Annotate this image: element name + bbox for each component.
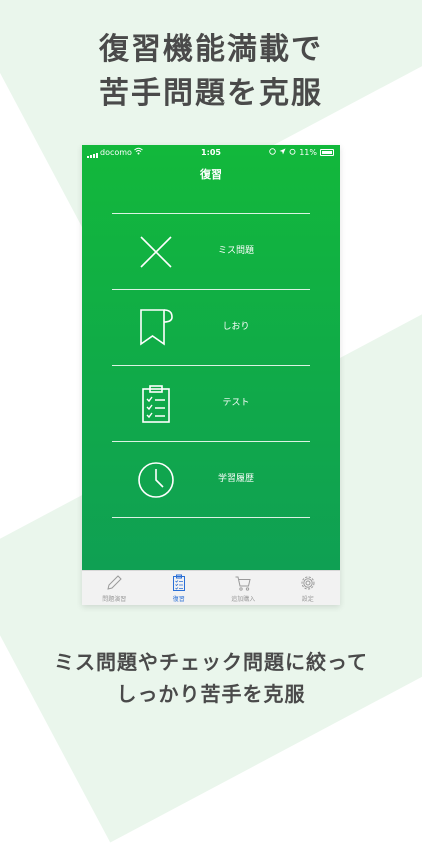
tab-review[interactable]: 復習 — [147, 571, 212, 605]
menu-item-label: 学習履歴 — [217, 474, 254, 484]
menu-divider — [112, 517, 310, 518]
tab-practice[interactable]: 問題演習 — [82, 571, 147, 605]
headline-line-1: 復習機能満載で — [99, 32, 323, 67]
headline-line-2: 苦手問題を克服 — [99, 76, 323, 111]
clipboard-icon — [170, 574, 188, 592]
menu-item-label: テスト — [222, 398, 250, 408]
promo-footline: ミス問題やチェック問題に絞って しっかり苦手を克服 — [0, 646, 422, 710]
location-icon — [279, 148, 286, 157]
footline-line-2: しっかり苦手を克服 — [116, 682, 306, 706]
menu-item-label: ミス問題 — [217, 246, 254, 256]
tab-label: 問題演習 — [102, 596, 127, 603]
promo-headline: 復習機能満載で 苦手問題を克服 — [0, 28, 422, 116]
pencil-icon — [105, 574, 123, 592]
menu-item-label: しおり — [222, 322, 250, 332]
gear-icon — [299, 574, 317, 592]
nav-title: 復習 — [200, 168, 222, 181]
tab-bar: 問題演習 復習 追加購入 設定 — [82, 570, 340, 605]
tab-label: 設定 — [301, 596, 314, 603]
tab-label: 復習 — [172, 596, 185, 603]
battery-percent: 11% — [299, 148, 317, 157]
menu-item-mistakes[interactable]: ミス問題 — [112, 214, 310, 289]
cart-icon — [234, 574, 252, 592]
phone-screen: docomo 1:05 11% 復習 ミス問題 しおり テスト 学習履歴 問題演… — [82, 145, 340, 605]
alarm-icon — [289, 148, 296, 157]
status-bar: docomo 1:05 11% — [82, 145, 340, 161]
battery-icon — [320, 149, 334, 156]
tab-purchase[interactable]: 追加購入 — [211, 571, 276, 605]
tab-label: 追加購入 — [231, 596, 256, 603]
tab-settings[interactable]: 設定 — [276, 571, 341, 605]
menu-item-history[interactable]: 学習履歴 — [112, 442, 310, 517]
clipboard-checklist-icon — [136, 384, 176, 424]
footline-line-1: ミス問題やチェック問題に絞って — [54, 650, 368, 674]
bookmark-icon — [136, 308, 176, 348]
cross-icon — [136, 232, 176, 272]
clock-icon — [136, 460, 176, 500]
menu-item-test[interactable]: テスト — [112, 366, 310, 441]
menu-item-bookmarks[interactable]: しおり — [112, 290, 310, 365]
review-menu: ミス問題 しおり テスト 学習履歴 — [112, 213, 310, 518]
lock-rotation-icon — [269, 148, 276, 157]
